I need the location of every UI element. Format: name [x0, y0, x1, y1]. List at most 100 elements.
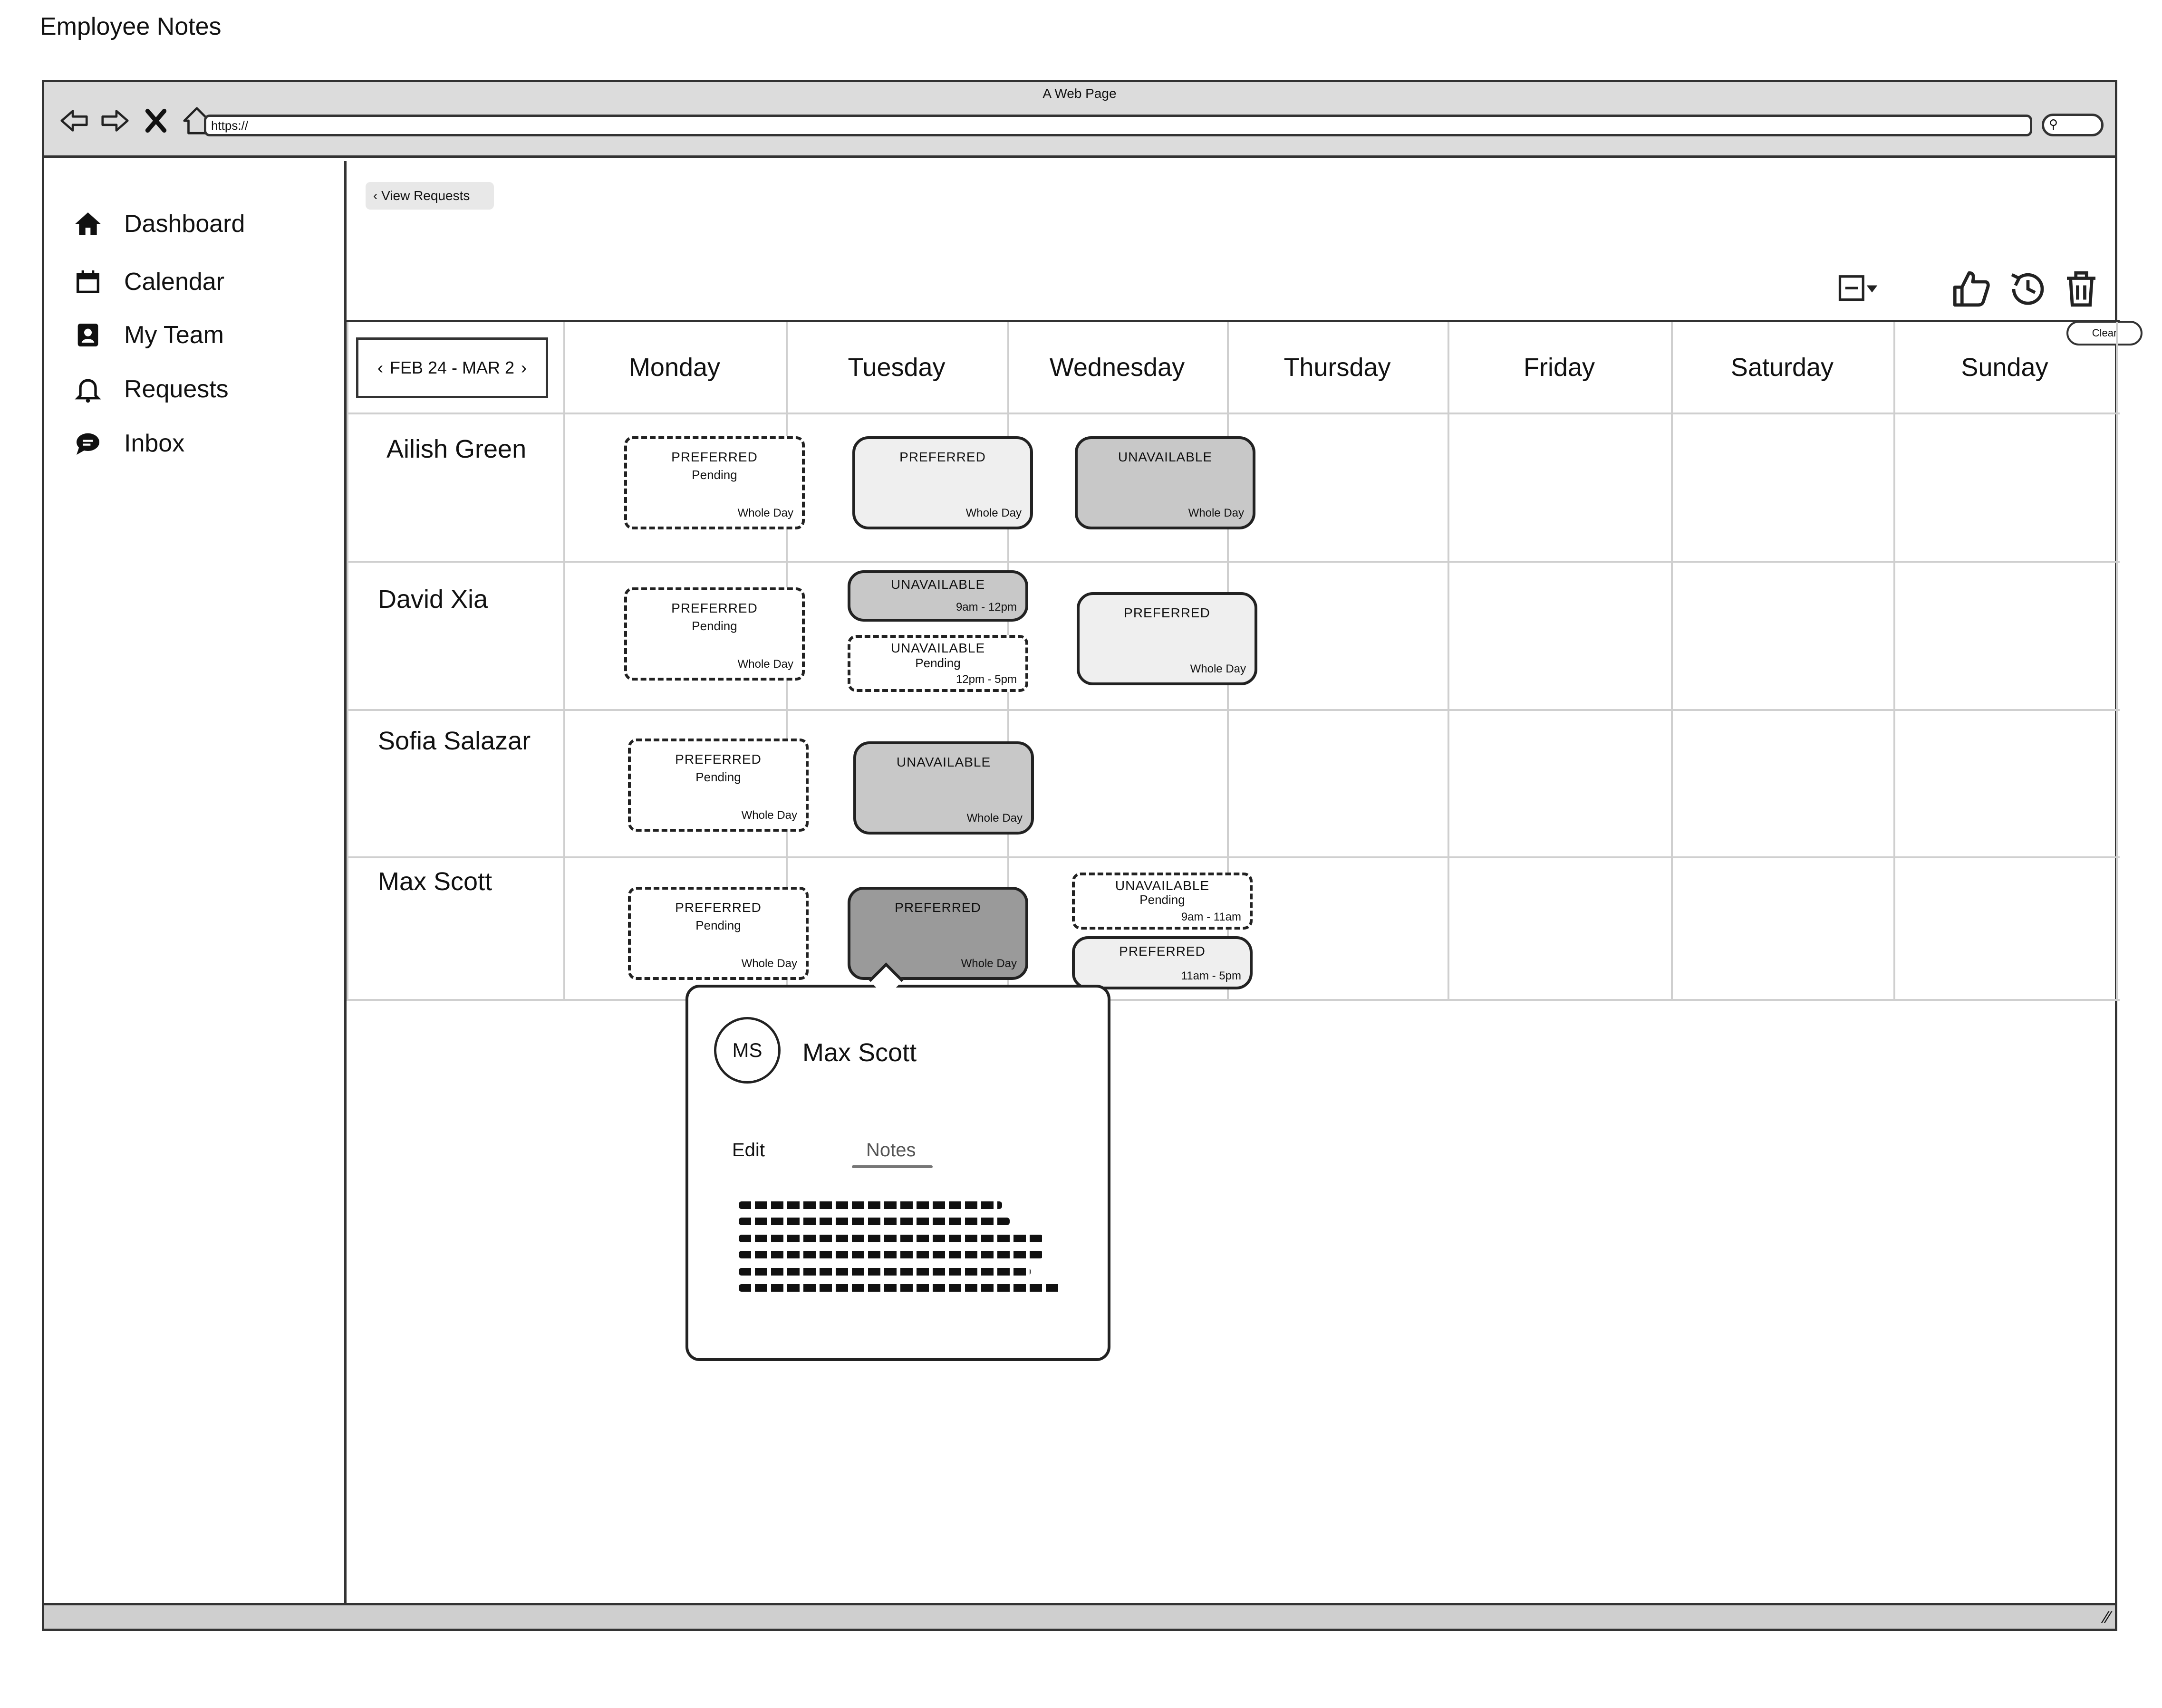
schedule-grid: ‹ FEB 24 - MAR 2 › Monday Tuesday Wednes… — [347, 320, 2120, 1001]
tab-edit[interactable]: Edit — [732, 1140, 765, 1161]
back-arrow-icon[interactable] — [58, 104, 91, 137]
availability-card[interactable]: UNAVAILABLE 9am - 12pm — [848, 570, 1028, 622]
availability-card[interactable]: PREFERRED Whole Day — [852, 436, 1033, 529]
day-header-sunday: Sunday — [1961, 353, 2048, 382]
card-status: Pending — [1139, 892, 1185, 907]
home-icon — [75, 212, 101, 235]
notes-text-line — [739, 1251, 1043, 1258]
card-status: Pending — [692, 468, 737, 482]
sidebar-item-label: Calendar — [124, 268, 225, 296]
card-time: Whole Day — [965, 507, 1022, 519]
availability-card[interactable]: PREFERRED Whole Day — [1077, 592, 1257, 685]
page-title: Employee Notes — [40, 13, 222, 40]
sidebar-item-requests[interactable]: Requests — [73, 374, 229, 404]
availability-card[interactable]: PREFERRED Pending Whole Day — [624, 436, 805, 529]
day-header-wednesday: Wednesday — [1049, 353, 1185, 382]
browser-window: A Web Page https:// ⚲ Dashboard Calendar… — [42, 80, 2143, 1631]
chevron-left-icon: ‹ — [373, 188, 382, 203]
grid-line — [347, 999, 2120, 1001]
card-type: UNAVAILABLE — [1115, 878, 1210, 893]
availability-card[interactable]: UNAVAILABLE Whole Day — [853, 741, 1034, 835]
card-type: PREFERRED — [671, 450, 758, 464]
sidebar-item-label: Inbox — [124, 430, 185, 457]
card-time: 12pm - 5pm — [956, 673, 1017, 686]
sidebar: Dashboard Calendar My Team Requests Inbo… — [44, 161, 347, 1603]
grid-line — [347, 709, 2120, 711]
sidebar-item-my-team[interactable]: My Team — [73, 320, 224, 350]
grid-line — [1893, 322, 1895, 999]
employee-popover: MS Max Scott Edit Notes — [685, 985, 1110, 1361]
card-time: 9am - 11am — [1181, 911, 1241, 923]
card-time: Whole Day — [741, 809, 797, 822]
sidebar-item-inbox[interactable]: Inbox — [73, 428, 184, 459]
notes-text-line — [739, 1235, 1043, 1242]
availability-card[interactable]: PREFERRED Whole Day — [848, 887, 1028, 980]
grid-line — [347, 322, 348, 999]
employee-name[interactable]: Sofia Salazar — [378, 726, 531, 756]
back-button-label: View Requests — [381, 188, 470, 203]
sidebar-item-calendar[interactable]: Calendar — [73, 267, 224, 297]
grid-line — [2116, 322, 2118, 999]
chat-icon — [77, 433, 99, 455]
card-type: PREFERRED — [671, 601, 758, 615]
employee-name[interactable]: Max Scott — [378, 867, 492, 896]
grid-line — [347, 561, 2120, 563]
notes-text-line — [739, 1284, 1062, 1292]
status-bar: ∕∕ — [44, 1603, 2115, 1629]
card-time: 11am - 5pm — [1181, 969, 1241, 982]
card-status: Pending — [692, 619, 737, 633]
card-type: UNAVAILABLE — [890, 641, 985, 655]
sidebar-item-label: Dashboard — [124, 210, 245, 238]
card-status: Pending — [695, 918, 741, 932]
url-bar[interactable]: https:// — [204, 115, 2032, 136]
notes-text-line — [739, 1201, 1002, 1209]
availability-card[interactable]: UNAVAILABLE Pending 12pm - 5pm — [848, 635, 1028, 692]
trash-icon[interactable] — [2060, 268, 2103, 310]
grid-line — [1671, 322, 1673, 999]
active-tab-indicator — [852, 1165, 933, 1168]
resize-handle-icon[interactable]: ∕∕ — [2104, 1607, 2110, 1627]
day-header-thursday: Thursday — [1284, 353, 1391, 382]
availability-card[interactable]: PREFERRED Pending Whole Day — [628, 887, 809, 980]
chevron-right-icon[interactable]: › — [521, 358, 527, 378]
grid-line — [347, 856, 2120, 858]
history-icon[interactable] — [2007, 268, 2049, 310]
card-type: PREFERRED — [675, 900, 762, 915]
chevron-left-icon[interactable]: ‹ — [377, 358, 383, 378]
team-icon — [77, 324, 98, 346]
availability-card[interactable]: UNAVAILABLE Pending 9am - 11am — [1072, 873, 1253, 930]
card-time: Whole Day — [741, 957, 797, 970]
close-icon[interactable] — [139, 104, 173, 137]
popover-employee-name: Max Scott — [802, 1038, 917, 1067]
card-type: UNAVAILABLE — [896, 755, 991, 769]
notes-text-line — [739, 1268, 1031, 1276]
sidebar-item-dashboard[interactable]: Dashboard — [73, 209, 245, 239]
calendar-icon — [77, 270, 99, 293]
card-time: Whole Day — [1188, 507, 1244, 519]
availability-card[interactable]: PREFERRED Pending Whole Day — [628, 739, 809, 832]
tab-notes[interactable]: Notes — [866, 1140, 916, 1161]
availability-card[interactable]: PREFERRED Pending Whole Day — [624, 587, 805, 681]
bell-icon — [75, 379, 101, 403]
availability-card[interactable]: PREFERRED 11am - 5pm — [1072, 936, 1253, 989]
grid-line — [563, 322, 565, 999]
avatar: MS — [714, 1017, 781, 1084]
employee-name[interactable]: Ailish Green — [386, 434, 526, 464]
grid-line — [347, 413, 2120, 414]
employee-name[interactable]: David Xia — [378, 585, 488, 614]
date-range-selector[interactable]: ‹ FEB 24 - MAR 2 › — [356, 337, 548, 398]
view-requests-button[interactable]: ‹ View Requests — [366, 182, 494, 210]
day-header-saturday: Saturday — [1730, 353, 1834, 382]
forward-arrow-icon[interactable] — [98, 104, 132, 137]
sidebar-item-label: My Team — [124, 321, 224, 349]
card-time: Whole Day — [966, 812, 1023, 825]
browser-chrome: A Web Page https:// ⚲ — [44, 82, 2115, 158]
card-time: Whole Day — [737, 658, 793, 671]
card-time: 9am - 12pm — [956, 601, 1017, 614]
thumbs-up-icon[interactable] — [1950, 268, 1992, 310]
card-type: PREFERRED — [675, 752, 762, 767]
availability-card[interactable]: UNAVAILABLE Whole Day — [1075, 436, 1255, 529]
browser-search[interactable]: ⚲ — [2042, 114, 2104, 136]
card-time: Whole Day — [737, 507, 793, 519]
view-select-icon[interactable] — [1836, 268, 1879, 310]
